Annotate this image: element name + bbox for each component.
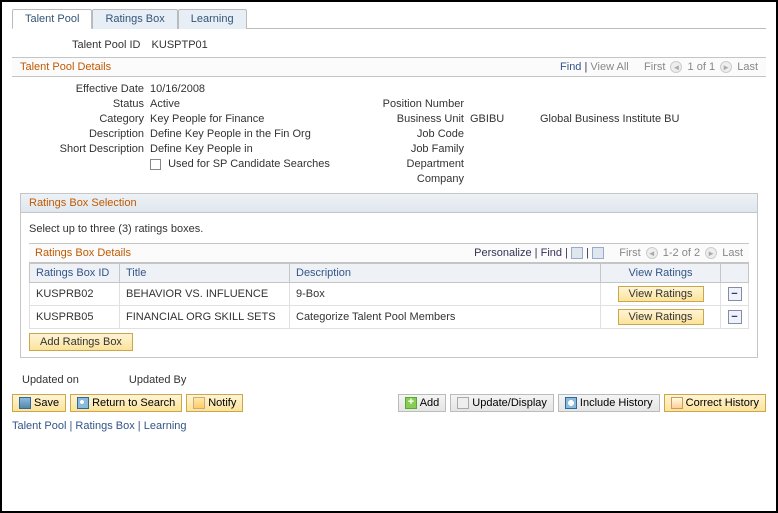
col-id[interactable]: Ratings Box ID xyxy=(30,264,120,283)
job-code-label: Job Code xyxy=(350,128,470,140)
company-label: Company xyxy=(350,173,470,185)
history-icon xyxy=(565,397,577,409)
ratings-box-title: Ratings Box Selection xyxy=(21,194,757,213)
tab-talent-pool[interactable]: Talent Pool xyxy=(12,9,92,29)
col-view: View Ratings xyxy=(601,264,721,283)
add-ratings-box-button[interactable]: Add Ratings Box xyxy=(29,333,133,351)
grid-prev-icon: ◄ xyxy=(646,247,658,259)
category-value: Key People for Finance xyxy=(150,113,350,125)
talent-pool-id-label: Talent Pool ID xyxy=(72,39,140,51)
pager-text: 1 of 1 xyxy=(688,61,716,73)
zoom-icon[interactable] xyxy=(571,247,583,259)
tab-ratings-box[interactable]: Ratings Box xyxy=(92,9,177,29)
personalize-link[interactable]: Personalize xyxy=(474,247,531,259)
status-value: Active xyxy=(150,98,350,110)
updated-by-label: Updated By xyxy=(129,374,186,386)
grid-first: First xyxy=(619,247,640,259)
footer-talent-pool[interactable]: Talent Pool xyxy=(12,420,66,432)
footer-learning[interactable]: Learning xyxy=(144,420,187,432)
view-ratings-button[interactable]: View Ratings xyxy=(618,309,704,325)
section-nav: Find | View All First ◄ 1 of 1 ► Last xyxy=(560,61,758,73)
tab-strip: Talent Pool Ratings Box Learning xyxy=(12,8,766,29)
col-delete xyxy=(721,264,749,283)
correct-icon xyxy=(671,397,683,409)
department-label: Department xyxy=(350,158,470,170)
grid-next-icon: ► xyxy=(705,247,717,259)
cell-title: FINANCIAL ORG SKILL SETS xyxy=(120,306,290,329)
save-icon xyxy=(19,397,31,409)
sp-candidate-checkbox[interactable] xyxy=(150,159,161,170)
search-icon xyxy=(77,397,89,409)
return-to-search-button[interactable]: Return to Search xyxy=(70,394,182,412)
add-button[interactable]: Add xyxy=(398,394,447,412)
business-unit-label: Business Unit xyxy=(350,113,470,125)
footer-links: Talent Pool | Ratings Box | Learning xyxy=(12,420,766,432)
grid-last: Last xyxy=(722,247,743,259)
updated-on-label: Updated on xyxy=(22,374,79,386)
view-all: View All xyxy=(590,61,628,73)
delete-row-button[interactable]: − xyxy=(728,310,742,324)
table-row: KUSPRB02 BEHAVIOR VS. INFLUENCE 9-Box Vi… xyxy=(30,283,749,306)
cell-id: KUSPRB02 xyxy=(30,283,120,306)
description-value: Define Key People in the Fin Org xyxy=(150,128,350,140)
ratings-details-title: Ratings Box Details xyxy=(35,247,131,259)
status-label: Status xyxy=(20,98,150,110)
table-row: KUSPRB05 FINANCIAL ORG SKILL SETS Catego… xyxy=(30,306,749,329)
ratings-nav: Personalize | Find | | First ◄ 1-2 of 2 … xyxy=(474,247,743,259)
view-ratings-button[interactable]: View Ratings xyxy=(618,286,704,302)
grid-pager: 1-2 of 2 xyxy=(663,247,700,259)
prev-icon: ◄ xyxy=(670,61,682,73)
cell-desc: 9-Box xyxy=(290,283,601,306)
job-family-label: Job Family xyxy=(350,143,470,155)
cell-id: KUSPRB05 xyxy=(30,306,120,329)
cell-title: BEHAVIOR VS. INFLUENCE xyxy=(120,283,290,306)
business-unit-value: GBIBU xyxy=(470,113,540,125)
find-link[interactable]: Find xyxy=(560,61,581,73)
first-label: First xyxy=(644,61,665,73)
category-label: Category xyxy=(20,113,150,125)
position-number-label: Position Number xyxy=(350,98,470,110)
next-icon: ► xyxy=(720,61,732,73)
sp-candidate-label: Used for SP Candidate Searches xyxy=(168,158,330,170)
save-button[interactable]: Save xyxy=(12,394,66,412)
col-title[interactable]: Title xyxy=(120,264,290,283)
tab-learning[interactable]: Learning xyxy=(178,9,247,29)
download-icon[interactable] xyxy=(592,247,604,259)
short-desc-value: Define Key People in xyxy=(150,143,350,155)
short-desc-label: Short Description xyxy=(20,143,150,155)
action-bar: Save Return to Search Notify Add Update/… xyxy=(12,394,766,412)
talent-pool-id-value: KUSPTP01 xyxy=(152,39,208,51)
eff-date-value: 10/16/2008 xyxy=(150,83,350,95)
notify-button[interactable]: Notify xyxy=(186,394,243,412)
details-block: Effective Date 10/16/2008 Status Active … xyxy=(12,77,766,366)
delete-row-button[interactable]: − xyxy=(728,287,742,301)
include-history-button[interactable]: Include History xyxy=(558,394,660,412)
ratings-box-selection: Ratings Box Selection Select up to three… xyxy=(20,193,758,358)
cell-desc: Categorize Talent Pool Members xyxy=(290,306,601,329)
add-icon xyxy=(405,397,417,409)
last-label: Last xyxy=(737,61,758,73)
update-icon xyxy=(457,397,469,409)
business-unit-desc: Global Business Institute BU xyxy=(540,113,758,125)
ratings-table: Ratings Box ID Title Description View Ra… xyxy=(29,263,749,329)
section-title: Talent Pool Details xyxy=(20,61,111,73)
footer-ratings-box[interactable]: Ratings Box xyxy=(75,420,134,432)
correct-history-button[interactable]: Correct History xyxy=(664,394,766,412)
ratings-instruction: Select up to three (3) ratings boxes. xyxy=(29,223,749,235)
eff-date-label: Effective Date xyxy=(20,83,150,95)
find-grid-link[interactable]: Find xyxy=(541,247,562,259)
description-label: Description xyxy=(20,128,150,140)
notify-icon xyxy=(193,397,205,409)
update-display-button[interactable]: Update/Display xyxy=(450,394,554,412)
col-desc[interactable]: Description xyxy=(290,264,601,283)
